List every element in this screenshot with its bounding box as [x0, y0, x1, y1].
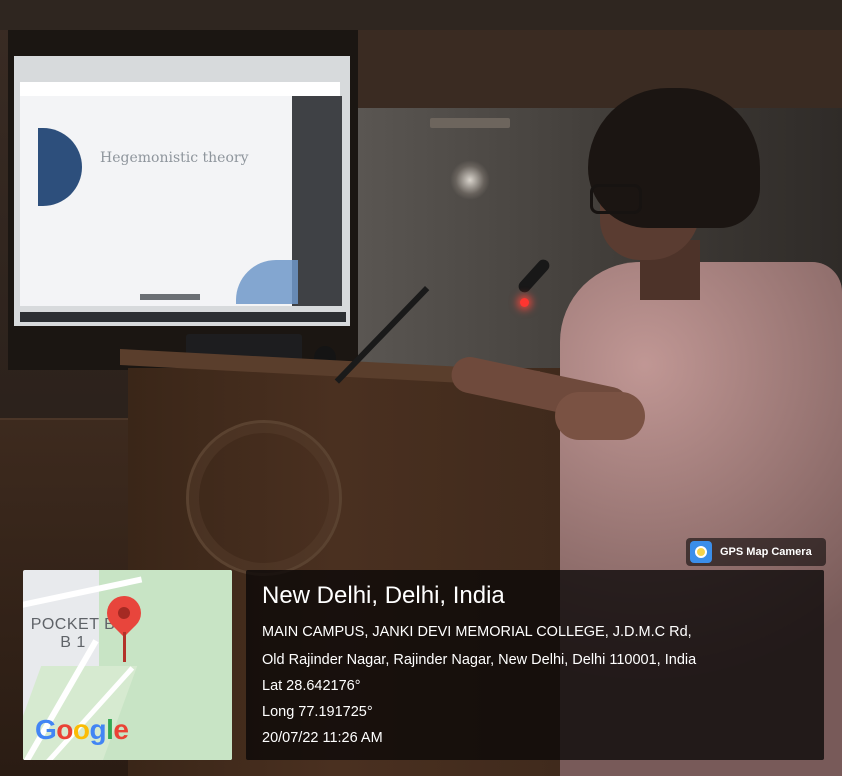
microphone-indicator-light: [520, 298, 529, 307]
location-info-panel: New Delhi, Delhi, India MAIN CAMPUS, JAN…: [246, 570, 824, 760]
google-logo-letter: g: [89, 714, 107, 745]
wall-band: [358, 30, 842, 110]
slide-title: Hegemonistic theory: [100, 150, 249, 166]
latitude: Lat 28.642176°: [262, 678, 361, 694]
map-pin-tail: [123, 632, 126, 662]
timestamp: 20/07/22 11:26 AM: [262, 730, 383, 746]
google-logo-letter: l: [106, 714, 114, 745]
location-city: New Delhi, Delhi, India: [262, 582, 505, 609]
slide-side-panel: [292, 96, 342, 306]
ceiling: [0, 0, 842, 30]
google-logo-letter: o: [72, 714, 90, 745]
google-logo-letter: e: [113, 714, 129, 745]
speaker-glasses: [590, 184, 642, 214]
wall-fixture: [430, 118, 510, 128]
gps-camera-badge: GPS Map Camera: [686, 538, 826, 566]
gps-camera-icon: [690, 541, 712, 563]
location-map: POCKET B B 1 Google: [23, 570, 232, 760]
slide-header-bar: [20, 82, 340, 96]
google-logo-letter: G: [35, 714, 57, 745]
speaker-hand: [555, 392, 645, 440]
longitude: Long 77.191725°: [262, 704, 373, 720]
slide-toolbar: [140, 294, 200, 300]
projected-taskbar: [20, 312, 346, 322]
address-line-2: Old Rajinder Nagar, Rajinder Nagar, New …: [262, 652, 697, 668]
photo-scene: Hegemonistic theory GPS Map Camera POCKE…: [0, 0, 842, 776]
gps-camera-lens: [695, 546, 707, 558]
address-line-1: MAIN CAMPUS, JANKI DEVI MEMORIAL COLLEGE…: [262, 624, 692, 640]
map-pin-center: [115, 604, 133, 622]
light-reflection: [450, 160, 490, 200]
gps-camera-label: GPS Map Camera: [720, 546, 812, 558]
google-logo-letter: o: [56, 714, 73, 745]
google-logo: Google: [35, 714, 129, 746]
map-area-label-line2: B 1: [60, 634, 86, 651]
college-seal: [186, 420, 342, 576]
